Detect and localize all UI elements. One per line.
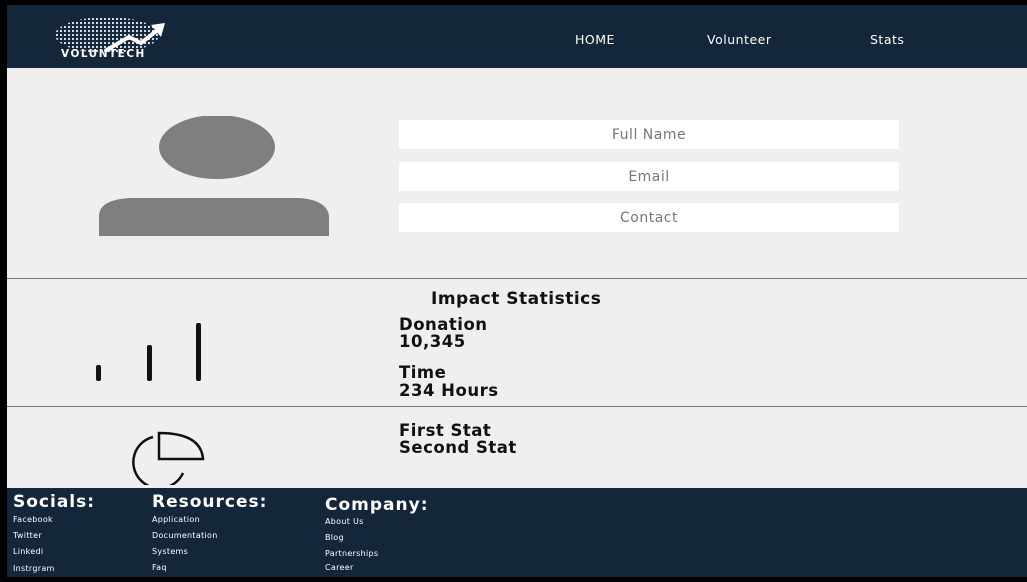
footer-resources-heading: Resources: xyxy=(152,492,268,512)
footer-link-facebook[interactable]: Facebook xyxy=(13,515,53,524)
brand-logo[interactable]: VOLUNTECH xyxy=(47,13,207,63)
time-label: Time xyxy=(399,363,447,382)
nav-home-link[interactable]: HOME xyxy=(575,32,615,47)
footer-link-about-us[interactable]: About Us xyxy=(325,517,364,526)
footer-link-faq[interactable]: Faq xyxy=(152,563,167,572)
top-nav-bar: VOLUNTECH HOME Volunteer Stats xyxy=(7,5,1027,68)
footer-link-blog[interactable]: Blog xyxy=(325,533,344,542)
impact-statistics-title: Impact Statistics xyxy=(431,289,602,309)
footer-link-documentation[interactable]: Documentation xyxy=(152,531,218,540)
donation-value: 10,345 xyxy=(399,332,466,351)
footer-link-partnerships[interactable]: Partnerships xyxy=(325,549,378,558)
section-divider xyxy=(7,406,1027,407)
bar-chart-icon xyxy=(96,323,201,381)
second-stat: Second Stat xyxy=(399,438,517,457)
full-name-input[interactable] xyxy=(399,120,899,149)
footer-link-linkedin[interactable]: Linkedi xyxy=(13,547,43,556)
section-divider xyxy=(7,278,1027,279)
footer-link-twitter[interactable]: Twitter xyxy=(13,531,42,540)
footer-socials-heading: Socials: xyxy=(13,492,96,512)
nav-volunteer-link[interactable]: Volunteer xyxy=(707,32,771,47)
brand-name: VOLUNTECH xyxy=(61,48,146,60)
footer-link-career[interactable]: Career xyxy=(325,563,354,572)
footer-link-systems[interactable]: Systems xyxy=(152,547,188,556)
footer: Socials: Facebook Twitter Linkedi Instrg… xyxy=(7,488,1027,577)
contact-input[interactable] xyxy=(399,203,899,232)
footer-link-application[interactable]: Application xyxy=(152,515,200,524)
footer-link-instagram[interactable]: Instrgram xyxy=(13,564,55,573)
time-value: 234 Hours xyxy=(399,381,499,400)
email-input[interactable] xyxy=(399,162,899,191)
footer-company-heading: Company: xyxy=(325,495,429,515)
page-frame: VOLUNTECH HOME Volunteer Stats Impact St… xyxy=(7,5,1027,577)
user-avatar-icon xyxy=(99,116,329,236)
nav-stats-link[interactable]: Stats xyxy=(870,32,904,47)
pie-chart-icon xyxy=(132,431,205,485)
